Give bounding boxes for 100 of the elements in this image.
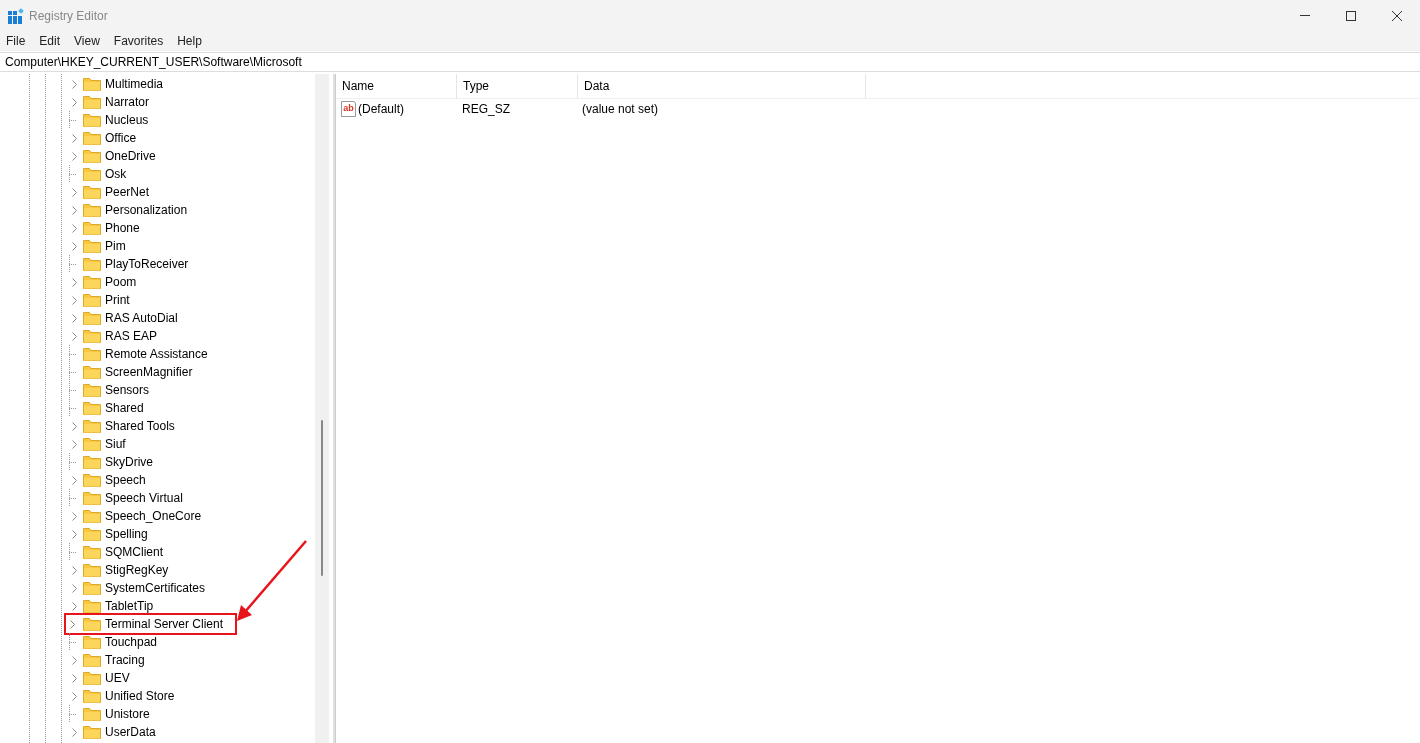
tree-item[interactable]: Shared Tools xyxy=(83,417,175,435)
chevron-icon[interactable] xyxy=(70,619,75,629)
chevron-icon[interactable] xyxy=(72,511,77,521)
folder-icon xyxy=(83,491,101,505)
tree-item[interactable]: Poom xyxy=(83,273,137,291)
column-header[interactable]: Type xyxy=(457,74,578,98)
folder-icon xyxy=(83,509,101,523)
chevron-icon[interactable] xyxy=(72,331,77,341)
column-header[interactable]: Data xyxy=(578,74,866,98)
tree-item[interactable]: Spelling xyxy=(83,525,148,543)
window-title: Registry Editor xyxy=(29,8,108,23)
folder-icon xyxy=(83,653,101,667)
folder-icon xyxy=(83,131,101,145)
tree-item[interactable]: SQMClient xyxy=(83,543,163,561)
tree-item[interactable]: OneDrive xyxy=(83,147,156,165)
chevron-icon[interactable] xyxy=(72,673,77,683)
chevron-icon[interactable] xyxy=(72,529,77,539)
tree-item[interactable]: Unistore xyxy=(83,705,150,723)
folder-icon xyxy=(83,149,101,163)
scrollbar-thumb[interactable] xyxy=(321,420,323,576)
chevron-icon[interactable] xyxy=(72,583,77,593)
menu-item[interactable]: File xyxy=(6,34,26,48)
folder-icon xyxy=(83,167,101,181)
folder-icon xyxy=(83,329,101,343)
tree-item[interactable]: Phone xyxy=(83,219,140,237)
chevron-icon[interactable] xyxy=(72,565,77,575)
folder-icon xyxy=(83,293,101,307)
folder-icon xyxy=(83,527,101,541)
tree-item[interactable]: PlayToReceiver xyxy=(83,255,189,273)
folder-icon xyxy=(83,113,101,127)
chevron-icon[interactable] xyxy=(72,439,77,449)
tree-item[interactable]: PeerNet xyxy=(83,183,150,201)
folder-icon xyxy=(83,275,101,289)
chevron-icon[interactable] xyxy=(72,223,77,233)
tree-item[interactable]: Remote Assistance xyxy=(83,345,208,363)
tree-item[interactable]: Sensors xyxy=(83,381,150,399)
folder-icon xyxy=(83,239,101,253)
tree-item[interactable]: TabletTip xyxy=(83,597,154,615)
folder-icon xyxy=(83,473,101,487)
registry-icon xyxy=(8,7,24,24)
tree-item[interactable]: Nucleus xyxy=(83,111,149,129)
chevron-icon[interactable] xyxy=(72,313,77,323)
tree-item[interactable]: SystemCertificates xyxy=(83,579,206,597)
tree-item[interactable]: Speech xyxy=(83,471,146,489)
tree-item[interactable]: SkyDrive xyxy=(83,453,153,471)
column-header[interactable]: Name xyxy=(336,74,457,98)
chevron-icon[interactable] xyxy=(72,187,77,197)
chevron-icon[interactable] xyxy=(72,205,77,215)
tree-item[interactable]: Speech Virtual xyxy=(83,489,183,507)
folder-icon xyxy=(83,221,101,235)
chevron-icon[interactable] xyxy=(72,295,77,305)
folder-icon xyxy=(83,581,101,595)
menu-item[interactable]: View xyxy=(74,34,100,48)
chevron-icon[interactable] xyxy=(72,601,77,611)
tree-item[interactable]: Tracing xyxy=(83,651,145,669)
chevron-icon[interactable] xyxy=(72,655,77,665)
table-cell-text: (value not set) xyxy=(581,102,660,116)
table-cell-text: ab (Default) xyxy=(340,101,405,117)
tree-item[interactable]: Print xyxy=(83,291,130,309)
chevron-icon[interactable] xyxy=(72,133,77,143)
chevron-icon[interactable] xyxy=(72,277,77,287)
menu-item[interactable]: Help xyxy=(177,34,202,48)
tree-item[interactable]: Multimedia xyxy=(83,75,164,93)
close-icon[interactable] xyxy=(1392,10,1402,21)
chevron-icon[interactable] xyxy=(72,241,77,251)
tree-item[interactable]: RAS EAP xyxy=(83,327,158,345)
maximize-icon[interactable] xyxy=(1346,10,1356,21)
folder-icon xyxy=(83,383,101,397)
chevron-icon[interactable] xyxy=(72,79,77,89)
menu-item[interactable]: Favorites xyxy=(113,34,164,48)
folder-icon xyxy=(83,563,101,577)
folder-icon xyxy=(83,635,101,649)
tree-item[interactable]: Pim xyxy=(83,237,126,255)
tree-item[interactable]: Narrator xyxy=(83,93,149,111)
tree-item[interactable]: Touchpad xyxy=(83,633,158,651)
chevron-icon[interactable] xyxy=(72,475,77,485)
chevron-icon[interactable] xyxy=(72,691,77,701)
chevron-icon[interactable] xyxy=(72,97,77,107)
address-bar[interactable]: Computer\HKEY_CURRENT_USER\Software\Microsoft xyxy=(0,52,1420,72)
tree-item[interactable]: UEV xyxy=(83,669,130,687)
tree-item[interactable]: Unified Store xyxy=(83,687,175,705)
tree-item[interactable]: UserData xyxy=(83,723,156,741)
tree-item[interactable]: Terminal Server Client xyxy=(64,613,238,635)
table-cell-text: REG_SZ xyxy=(461,102,511,116)
folder-icon xyxy=(83,203,101,217)
string-value-icon: ab xyxy=(341,101,356,117)
tree-item[interactable]: Siuf xyxy=(83,435,126,453)
tree-item[interactable]: Shared xyxy=(83,399,144,417)
tree-item[interactable]: RAS AutoDial xyxy=(83,309,178,327)
chevron-icon[interactable] xyxy=(72,421,77,431)
tree-item[interactable]: Personalization xyxy=(83,201,188,219)
chevron-icon[interactable] xyxy=(72,727,77,737)
tree-item[interactable]: StigRegKey xyxy=(83,561,169,579)
tree-item[interactable]: Office xyxy=(83,129,137,147)
scrollbar[interactable] xyxy=(315,74,329,743)
tree-item[interactable]: Osk xyxy=(83,165,127,183)
menu-item[interactable]: Edit xyxy=(39,34,61,48)
tree-item[interactable]: Speech_OneCore xyxy=(83,507,202,525)
tree-item[interactable]: ScreenMagnifier xyxy=(83,363,193,381)
chevron-icon[interactable] xyxy=(72,151,77,161)
